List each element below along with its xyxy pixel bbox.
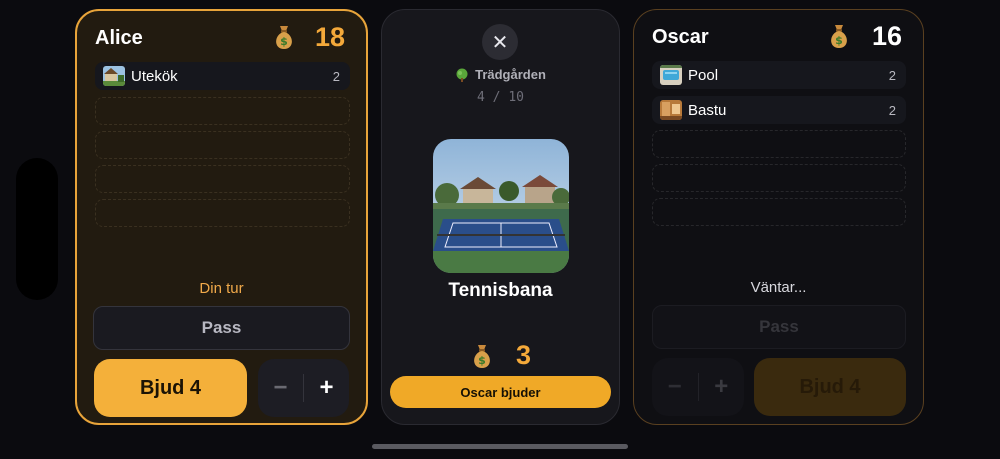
current-price: $ 3 bbox=[468, 340, 531, 371]
current-bidder-banner: Oscar bjuder bbox=[390, 376, 611, 408]
svg-text:$: $ bbox=[835, 34, 843, 47]
svg-text:$: $ bbox=[478, 354, 486, 367]
price-value: 3 bbox=[516, 340, 532, 370]
player-name: Alice bbox=[95, 27, 143, 49]
item-thumbnail bbox=[660, 100, 682, 120]
owned-item-slot: Bastu 2 bbox=[652, 96, 906, 124]
increase-bid-button[interactable]: + bbox=[304, 374, 349, 402]
tree-icon bbox=[456, 68, 468, 82]
turn-status: Väntar... bbox=[750, 279, 807, 296]
decrease-bid-button[interactable]: − bbox=[258, 374, 303, 402]
empty-slot bbox=[95, 131, 350, 159]
money-bag-icon: $ bbox=[474, 344, 490, 368]
increase-bid-button[interactable]: + bbox=[699, 373, 745, 401]
player-name: Oscar bbox=[652, 26, 709, 48]
player-coins: 16 bbox=[872, 21, 903, 51]
close-button[interactable]: ✕ bbox=[482, 24, 518, 60]
empty-slot bbox=[95, 199, 350, 227]
item-count: 2 bbox=[888, 67, 896, 83]
player-panel-oscar: Oscar $ 16 Pool 2 Bastu 2 Väntar... Pass… bbox=[633, 9, 924, 425]
pass-button[interactable]: Pass bbox=[93, 306, 350, 350]
pass-button[interactable]: Pass bbox=[652, 305, 906, 349]
player-panel-alice: Alice $ 18 Utekök 2 Din tur Pass Bjud 4 … bbox=[75, 9, 368, 425]
svg-text:$: $ bbox=[280, 35, 288, 48]
home-indicator bbox=[372, 444, 628, 449]
item-image bbox=[433, 139, 569, 273]
empty-slot bbox=[95, 97, 350, 125]
item-thumbnail bbox=[660, 65, 682, 85]
money-bag-icon: $ bbox=[276, 26, 292, 49]
item-label: Pool bbox=[688, 66, 719, 84]
item-count: 2 bbox=[888, 102, 896, 118]
owned-item-slot: Utekök 2 bbox=[95, 62, 350, 90]
item-count: 2 bbox=[332, 68, 340, 84]
round-progress: 4 / 10 bbox=[477, 90, 524, 105]
empty-slot bbox=[652, 164, 906, 192]
decrease-bid-button[interactable]: − bbox=[652, 373, 698, 401]
device-notch bbox=[16, 158, 58, 300]
empty-slot bbox=[652, 198, 906, 226]
bid-stepper: − + bbox=[652, 358, 744, 416]
item-label: Bastu bbox=[688, 101, 727, 119]
category-row: Trädgården bbox=[382, 67, 619, 82]
money-bag-icon: $ bbox=[831, 25, 847, 48]
bid-button[interactable]: Bjud 4 bbox=[94, 359, 247, 417]
category-label: Trädgården bbox=[475, 67, 546, 82]
empty-slot bbox=[95, 165, 350, 193]
player-coins: 18 bbox=[315, 22, 346, 52]
close-icon: ✕ bbox=[491, 31, 509, 54]
owned-item-slot: Pool 2 bbox=[652, 61, 906, 89]
turn-status: Din tur bbox=[199, 280, 244, 297]
bid-stepper: − + bbox=[258, 359, 349, 417]
bid-button[interactable]: Bjud 4 bbox=[754, 358, 906, 416]
auction-panel: ✕ Trädgården 4 / 10 Tennisbana $ 3 Oscar… bbox=[381, 9, 620, 425]
item-thumbnail bbox=[103, 66, 125, 86]
empty-slot bbox=[652, 130, 906, 158]
item-label: Utekök bbox=[131, 67, 178, 85]
item-name: Tennisbana bbox=[448, 280, 553, 301]
